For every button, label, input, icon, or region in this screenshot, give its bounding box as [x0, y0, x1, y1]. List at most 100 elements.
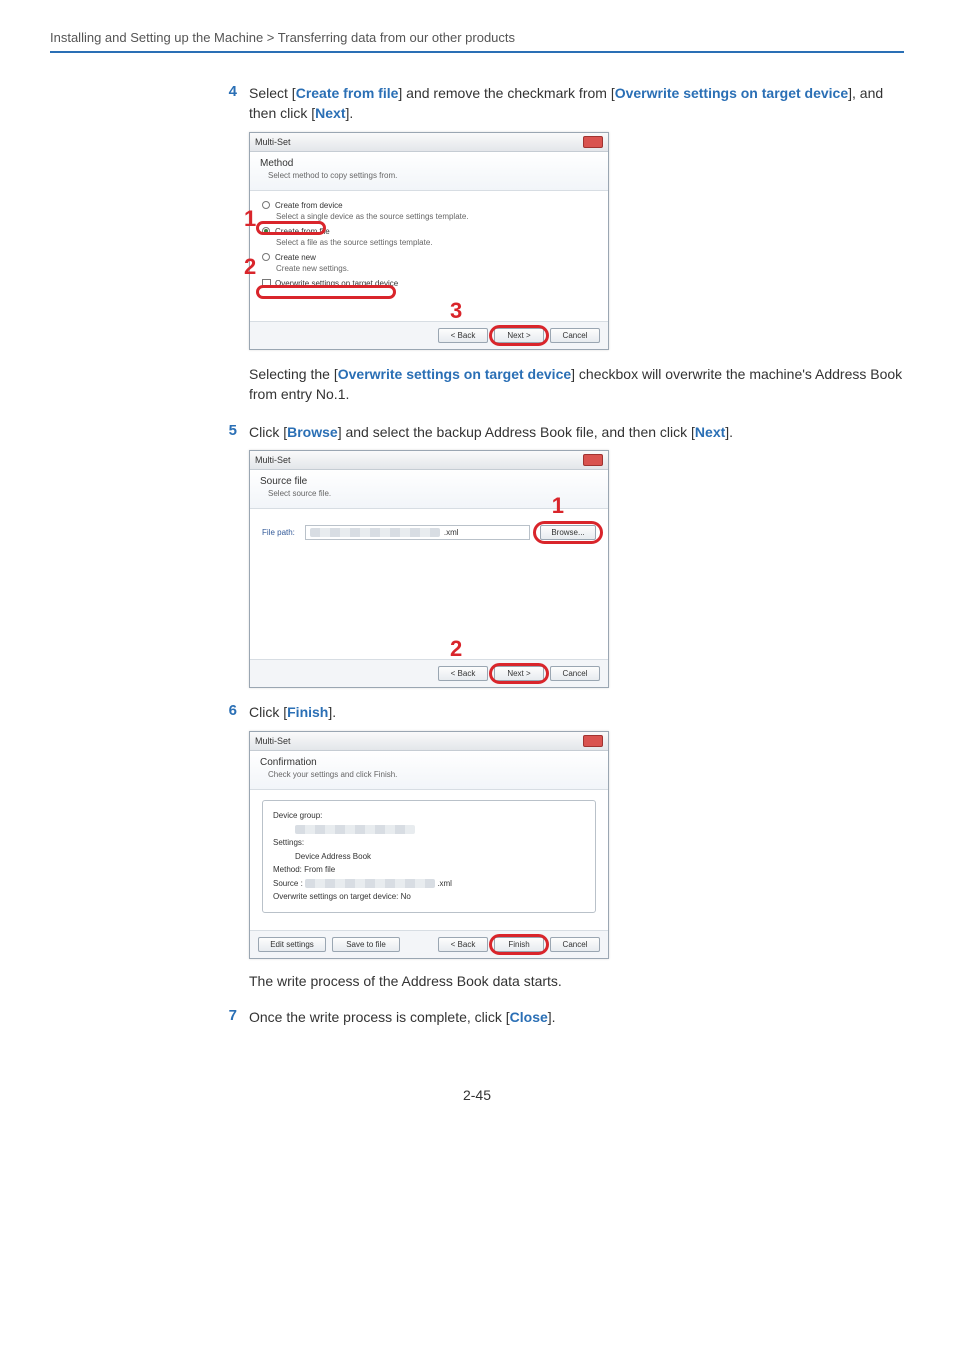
step-text: Click [Browse] and select the backup Add… [249, 422, 904, 442]
step-7: 7 Once the write process is complete, cl… [225, 1007, 904, 1027]
kw-browse: Browse [287, 424, 338, 440]
kw-overwrite: Overwrite settings on target device [615, 85, 848, 101]
titlebar: Multi-Set [250, 451, 608, 470]
cancel-button[interactable]: Cancel [550, 666, 600, 681]
page-number: 2-45 [50, 1087, 904, 1103]
file-path-input[interactable]: .xml [305, 525, 530, 540]
dialog-title: Multi-Set [255, 137, 291, 147]
kw-next: Next [695, 424, 725, 440]
dialog-body: Device group: Settings: Device Address B… [250, 790, 608, 930]
label-device-group: Device group: [273, 811, 322, 820]
label-method: Method: From file [273, 863, 585, 877]
close-icon[interactable] [583, 735, 603, 747]
dialog-title: Multi-Set [255, 736, 291, 746]
step-text: Select [Create from file] and remove the… [249, 83, 904, 124]
radio-desc: Select a file as the source settings tem… [262, 238, 596, 247]
kw-finish: Finish [287, 704, 328, 720]
step-5: 5 Click [Browse] and select the backup A… [225, 422, 904, 442]
step-6: 6 Click [Finish]. [225, 702, 904, 722]
label-settings: Settings: [273, 838, 304, 847]
radio-desc: Create new settings. [262, 264, 596, 273]
radio-label: Create from file [275, 227, 330, 236]
text: Click [ [249, 704, 287, 720]
save-to-file-button[interactable]: Save to file [332, 937, 400, 952]
edit-settings-button[interactable]: Edit settings [258, 937, 326, 952]
titlebar: Multi-Set [250, 133, 608, 152]
callout-2: 2 [244, 254, 256, 280]
cancel-button[interactable]: Cancel [550, 328, 600, 343]
kw-next: Next [315, 105, 345, 121]
step-6-note: The write process of the Address Book da… [249, 973, 904, 989]
radio-create-from-device[interactable] [262, 201, 270, 209]
dialog-header: Confirmation Check your settings and cli… [250, 751, 608, 790]
dialog-heading: Method [260, 158, 598, 169]
callout-1: 1 [244, 206, 256, 232]
next-button[interactable]: Next > [494, 328, 544, 343]
dialog-footer: Edit settings Save to file < Back Finish… [250, 930, 608, 958]
summary-box: Device group: Settings: Device Address B… [262, 800, 596, 913]
dialog-header: Method Select method to copy settings fr… [250, 152, 608, 191]
button-label: Next > [507, 669, 530, 678]
label-source: Source : [273, 879, 303, 888]
step-number: 4 [225, 83, 237, 124]
breadcrumb: Installing and Setting up the Machine > … [50, 30, 904, 51]
dialog-method: Multi-Set Method Select method to copy s… [249, 132, 609, 350]
button-label: Finish [508, 940, 529, 949]
checkbox-overwrite[interactable] [262, 279, 271, 288]
finish-button[interactable]: Finish [494, 937, 544, 952]
kw-create-from-file: Create from file [296, 85, 399, 101]
text: ]. [725, 424, 733, 440]
dialog-heading: Source file [260, 476, 598, 487]
checkbox-label: Overwrite settings on target device [275, 279, 398, 288]
cancel-button[interactable]: Cancel [550, 937, 600, 952]
dialog-subheading: Select source file. [260, 489, 598, 498]
text: Click [ [249, 424, 287, 440]
dialog-heading: Confirmation [260, 757, 598, 768]
step-text: Once the write process is complete, clic… [249, 1007, 904, 1027]
kw-overwrite: Overwrite settings on target device [338, 366, 571, 382]
value-settings: Device Address Book [295, 852, 371, 861]
back-button[interactable]: < Back [438, 937, 488, 952]
close-icon[interactable] [583, 454, 603, 466]
file-path-label: File path: [262, 528, 295, 537]
dialog-body: Create from device Select a single devic… [250, 191, 608, 321]
header-rule [50, 51, 904, 53]
dialog-body: File path: .xml Browse... 1 [250, 509, 608, 659]
radio-label: Create new [275, 253, 316, 262]
back-button[interactable]: < Back [438, 666, 488, 681]
close-icon[interactable] [583, 136, 603, 148]
button-label: Next > [507, 331, 530, 340]
dialog-footer: 2 < Back Next > Cancel [250, 659, 608, 687]
dialog-title: Multi-Set [255, 455, 291, 465]
step-number: 5 [225, 422, 237, 442]
value-device-group [295, 825, 415, 834]
overwrite-note: Selecting the [Overwrite settings on tar… [249, 364, 904, 405]
radio-desc: Select a single device as the source set… [262, 212, 596, 221]
dialog-source-file: Multi-Set Source file Select source file… [249, 450, 609, 688]
radio-label: Create from device [275, 201, 343, 210]
step-number: 6 [225, 702, 237, 722]
text: ]. [548, 1009, 556, 1025]
next-button[interactable]: Next > [494, 666, 544, 681]
radio-create-new[interactable] [262, 253, 270, 261]
text: ]. [346, 105, 354, 121]
text: Select [ [249, 85, 296, 101]
label-overwrite: Overwrite settings on target device: No [273, 890, 585, 904]
dialog-subheading: Check your settings and click Finish. [260, 770, 598, 779]
file-ext: .xml [437, 879, 452, 888]
browse-button[interactable]: Browse... [540, 525, 596, 540]
step-4: 4 Select [Create from file] and remove t… [225, 83, 904, 124]
file-ext: .xml [444, 528, 459, 537]
kw-close: Close [510, 1009, 548, 1025]
step-text: Click [Finish]. [249, 702, 904, 722]
value-source [305, 879, 435, 888]
text: ] and remove the checkmark from [ [398, 85, 614, 101]
dialog-subheading: Select method to copy settings from. [260, 171, 598, 180]
text: ]. [328, 704, 336, 720]
button-label: Browse... [551, 528, 584, 537]
dialog-header: Source file Select source file. [250, 470, 608, 509]
text: Once the write process is complete, clic… [249, 1009, 510, 1025]
radio-create-from-file[interactable] [262, 227, 270, 235]
back-button[interactable]: < Back [438, 328, 488, 343]
text: Selecting the [ [249, 366, 338, 382]
